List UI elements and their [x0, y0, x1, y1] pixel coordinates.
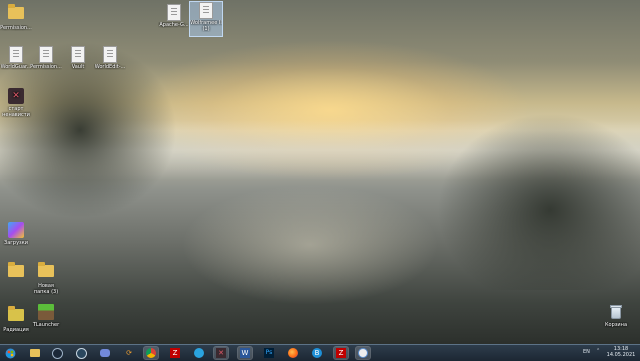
minecraft-block-icon: [38, 304, 54, 320]
app-icon: ✕: [8, 88, 24, 104]
desktop-icon-permission-folder[interactable]: Permission...: [0, 4, 32, 31]
document-icon: [8, 46, 24, 63]
clock-date: 14.05.2021: [606, 352, 636, 358]
taskbar-arrows-icon[interactable]: ⟳: [122, 347, 136, 359]
document-icon: [198, 2, 214, 19]
taskbar-filezilla-icon[interactable]: Z: [168, 347, 182, 359]
desktop-icon-worldguard[interactable]: WorldGuar...: [0, 46, 32, 70]
recycle-bin-icon: [608, 304, 624, 320]
taskbar-word-icon[interactable]: W: [237, 346, 253, 360]
desktop-icon-label: TLauncher: [32, 322, 60, 328]
document-icon: [70, 46, 86, 63]
desktop-icon-label: Радиация: [3, 327, 29, 333]
taskbar-discord-icon[interactable]: [98, 347, 112, 359]
desktop-icon-folder-unnamed[interactable]: [0, 262, 32, 283]
desktop-icon-label: Permission...: [30, 64, 62, 70]
taskbar-filezilla-alt-icon[interactable]: Z: [333, 346, 349, 360]
folder-icon: [38, 262, 54, 281]
desktop-icon-permission-file[interactable]: Permission...: [30, 46, 62, 70]
taskbar-photoshop-icon[interactable]: Ps: [262, 347, 276, 359]
desktop-icon-label: Wolframee Il (1): [190, 20, 222, 32]
desktop-icon-start-hate[interactable]: ✕ старт ненависти: [0, 88, 32, 118]
desktop-icon-label: WorldEdit-...: [94, 64, 126, 70]
taskbar-chrome-icon[interactable]: [143, 346, 159, 360]
clock[interactable]: 13:18 14.05.2021: [604, 346, 638, 358]
desktop-icon-label: Загрузки: [4, 240, 28, 246]
taskbar-firefox-icon[interactable]: [286, 347, 300, 359]
desktop-icon-downloads[interactable]: Загрузки: [0, 222, 32, 246]
desktop-icon-wolframee-selected[interactable]: Wolframee Il (1): [189, 1, 223, 37]
tray-expand-icon[interactable]: ⌃: [596, 348, 600, 354]
desktop-icon-label: старт ненависти: [2, 106, 30, 118]
folder-icon: [8, 262, 24, 281]
desktop-icon-recycle-bin[interactable]: Корзина: [600, 304, 632, 328]
desktop-icon-worldedit[interactable]: WorldEdit-...: [94, 46, 126, 70]
windows-logo-icon: [5, 348, 15, 358]
document-icon: [166, 4, 182, 21]
desktop-icon-tlauncher[interactable]: TLauncher: [30, 304, 62, 328]
document-icon: [38, 46, 54, 63]
download-icon: [8, 222, 24, 238]
desktop-icon-radiation[interactable]: Радиация: [0, 306, 32, 333]
desktop-icon-label: Новая папка (3): [33, 283, 59, 295]
taskbar-wolfram-icon[interactable]: ✕: [213, 346, 229, 360]
folder-icon: [8, 306, 24, 325]
desktop-icon-new-folder-3[interactable]: Новая папка (3): [30, 262, 62, 295]
folder-icon: [8, 4, 24, 23]
taskbar-steam-icon[interactable]: [50, 347, 64, 359]
language-indicator[interactable]: EN: [583, 349, 590, 355]
desktop-icon-label: WorldGuar...: [0, 64, 32, 70]
start-button[interactable]: [3, 347, 17, 359]
desktop-icon-label: Apache-G...: [159, 22, 189, 28]
taskbar: ⟳ Z ✕ W Ps B Z EN ⌃ 13:18 14.05.2021: [0, 344, 640, 361]
taskbar-telegram-icon[interactable]: [192, 347, 206, 359]
desktop-icon-label: Корзина: [604, 322, 628, 328]
taskbar-explorer-icon[interactable]: [28, 347, 42, 359]
taskbar-browser-icon[interactable]: B: [310, 347, 324, 359]
desktop-icon-label: Permission...: [0, 25, 32, 31]
wallpaper-lake: [150, 185, 470, 315]
desktop-icon-apache[interactable]: Apache-G...: [158, 4, 190, 28]
taskbar-steam-alt-icon[interactable]: [74, 347, 88, 359]
desktop-icon-label: Vault: [71, 64, 85, 70]
desktop-icon-vault[interactable]: Vault: [62, 46, 94, 70]
taskbar-settings-icon[interactable]: [355, 346, 371, 360]
document-icon: [102, 46, 118, 63]
